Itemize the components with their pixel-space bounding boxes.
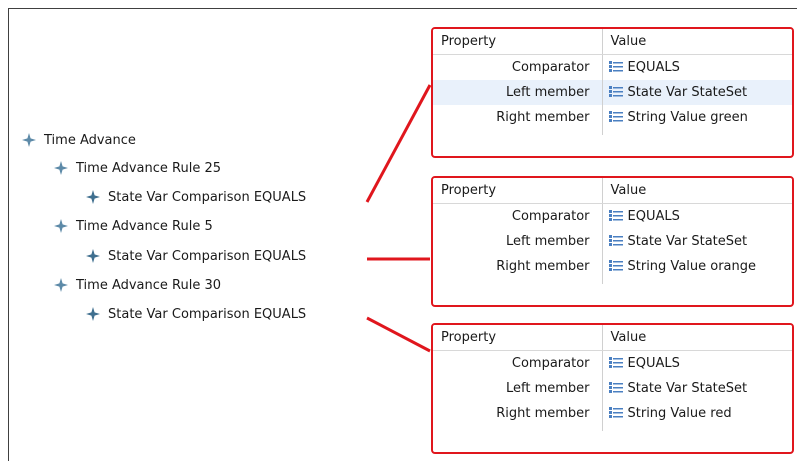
tree-node-label: Time Advance Rule 5 xyxy=(76,218,213,234)
tree-node-comparison[interactable]: State Var Comparison EQUALS xyxy=(86,304,306,324)
property-value: String Value orange xyxy=(602,254,792,279)
property-list-icon xyxy=(608,61,623,72)
property-name: Left member xyxy=(433,376,603,401)
table-row[interactable]: Right member String Value green xyxy=(433,105,792,130)
tree-node-rule[interactable]: Time Advance Rule 25 xyxy=(54,158,221,178)
column-header-property[interactable]: Property xyxy=(433,29,603,55)
properties-panel: Property Value Comparator EQUALS Left me… xyxy=(431,27,794,158)
tree-node-comparison[interactable]: State Var Comparison EQUALS xyxy=(86,187,306,207)
property-list-icon xyxy=(608,260,623,271)
tree-node-label: State Var Comparison EQUALS xyxy=(108,248,307,264)
column-header-value[interactable]: Value xyxy=(602,178,792,204)
diamond-node-icon xyxy=(86,249,100,263)
property-value: State Var StateSet xyxy=(602,229,792,254)
property-name: Right member xyxy=(433,105,603,130)
column-header-value[interactable]: Value xyxy=(602,325,792,351)
table-row[interactable]: Comparator EQUALS xyxy=(433,350,792,377)
property-value: State Var StateSet xyxy=(602,80,792,105)
property-name: Right member xyxy=(433,401,603,426)
property-value: String Value green xyxy=(602,105,792,130)
table-row[interactable]: Left member State Var StateSet xyxy=(433,376,792,401)
tree-node-label: State Var Comparison EQUALS xyxy=(108,189,307,205)
property-name: Left member xyxy=(433,80,603,105)
tree-node-rule[interactable]: Time Advance Rule 5 xyxy=(54,216,213,236)
property-name: Comparator xyxy=(433,54,603,80)
property-list-icon xyxy=(608,235,623,246)
table-filler-row xyxy=(433,426,792,431)
diamond-node-icon xyxy=(54,161,68,175)
property-list-icon xyxy=(608,357,623,368)
tree-node-label: State Var Comparison EQUALS xyxy=(108,306,307,322)
property-value: String Value red xyxy=(602,401,792,426)
properties-table: Property Value Comparator EQUALS Left me… xyxy=(433,178,792,284)
tree-node-label: Time Advance Rule 25 xyxy=(76,160,222,176)
diamond-node-icon xyxy=(22,133,36,147)
tree-node-rule[interactable]: Time Advance Rule 30 xyxy=(54,275,221,295)
properties-table: Property Value Comparator EQUALS Left me… xyxy=(433,325,792,431)
property-list-icon xyxy=(608,86,623,97)
tree-node-comparison[interactable]: State Var Comparison EQUALS xyxy=(86,246,306,266)
properties-panel: Property Value Comparator EQUALS Left me… xyxy=(431,176,794,307)
diamond-node-icon xyxy=(86,307,100,321)
property-list-icon xyxy=(608,407,623,418)
properties-table: Property Value Comparator EQUALS Left me… xyxy=(433,29,792,135)
property-value: EQUALS xyxy=(602,204,792,230)
property-value: State Var StateSet xyxy=(602,376,792,401)
tree-node-label: Time Advance xyxy=(44,132,136,148)
tree-node-time-advance[interactable]: Time Advance xyxy=(22,130,136,150)
property-list-icon xyxy=(608,210,623,221)
property-list-icon xyxy=(608,382,623,393)
table-filler-row xyxy=(433,130,792,135)
property-name: Right member xyxy=(433,254,603,279)
diamond-node-icon xyxy=(54,278,68,292)
column-header-property[interactable]: Property xyxy=(433,178,603,204)
property-list-icon xyxy=(608,111,623,122)
property-name: Left member xyxy=(433,229,603,254)
diamond-node-icon xyxy=(54,219,68,233)
properties-panel: Property Value Comparator EQUALS Left me… xyxy=(431,323,794,454)
table-row[interactable]: Right member String Value red xyxy=(433,401,792,426)
property-value: EQUALS xyxy=(602,351,792,377)
tree-node-label: Time Advance Rule 30 xyxy=(76,277,222,293)
table-filler-row xyxy=(433,279,792,284)
table-row[interactable]: Left member State Var StateSet xyxy=(433,80,792,105)
diamond-node-icon xyxy=(86,190,100,204)
property-name: Comparator xyxy=(433,203,603,229)
table-row[interactable]: Comparator EQUALS xyxy=(433,203,792,230)
table-row[interactable]: Comparator EQUALS xyxy=(433,54,792,81)
column-header-property[interactable]: Property xyxy=(433,325,603,351)
table-row[interactable]: Right member String Value orange xyxy=(433,254,792,279)
table-row[interactable]: Left member State Var StateSet xyxy=(433,229,792,254)
property-value: EQUALS xyxy=(602,55,792,81)
column-header-value[interactable]: Value xyxy=(602,29,792,55)
property-name: Comparator xyxy=(433,350,603,376)
